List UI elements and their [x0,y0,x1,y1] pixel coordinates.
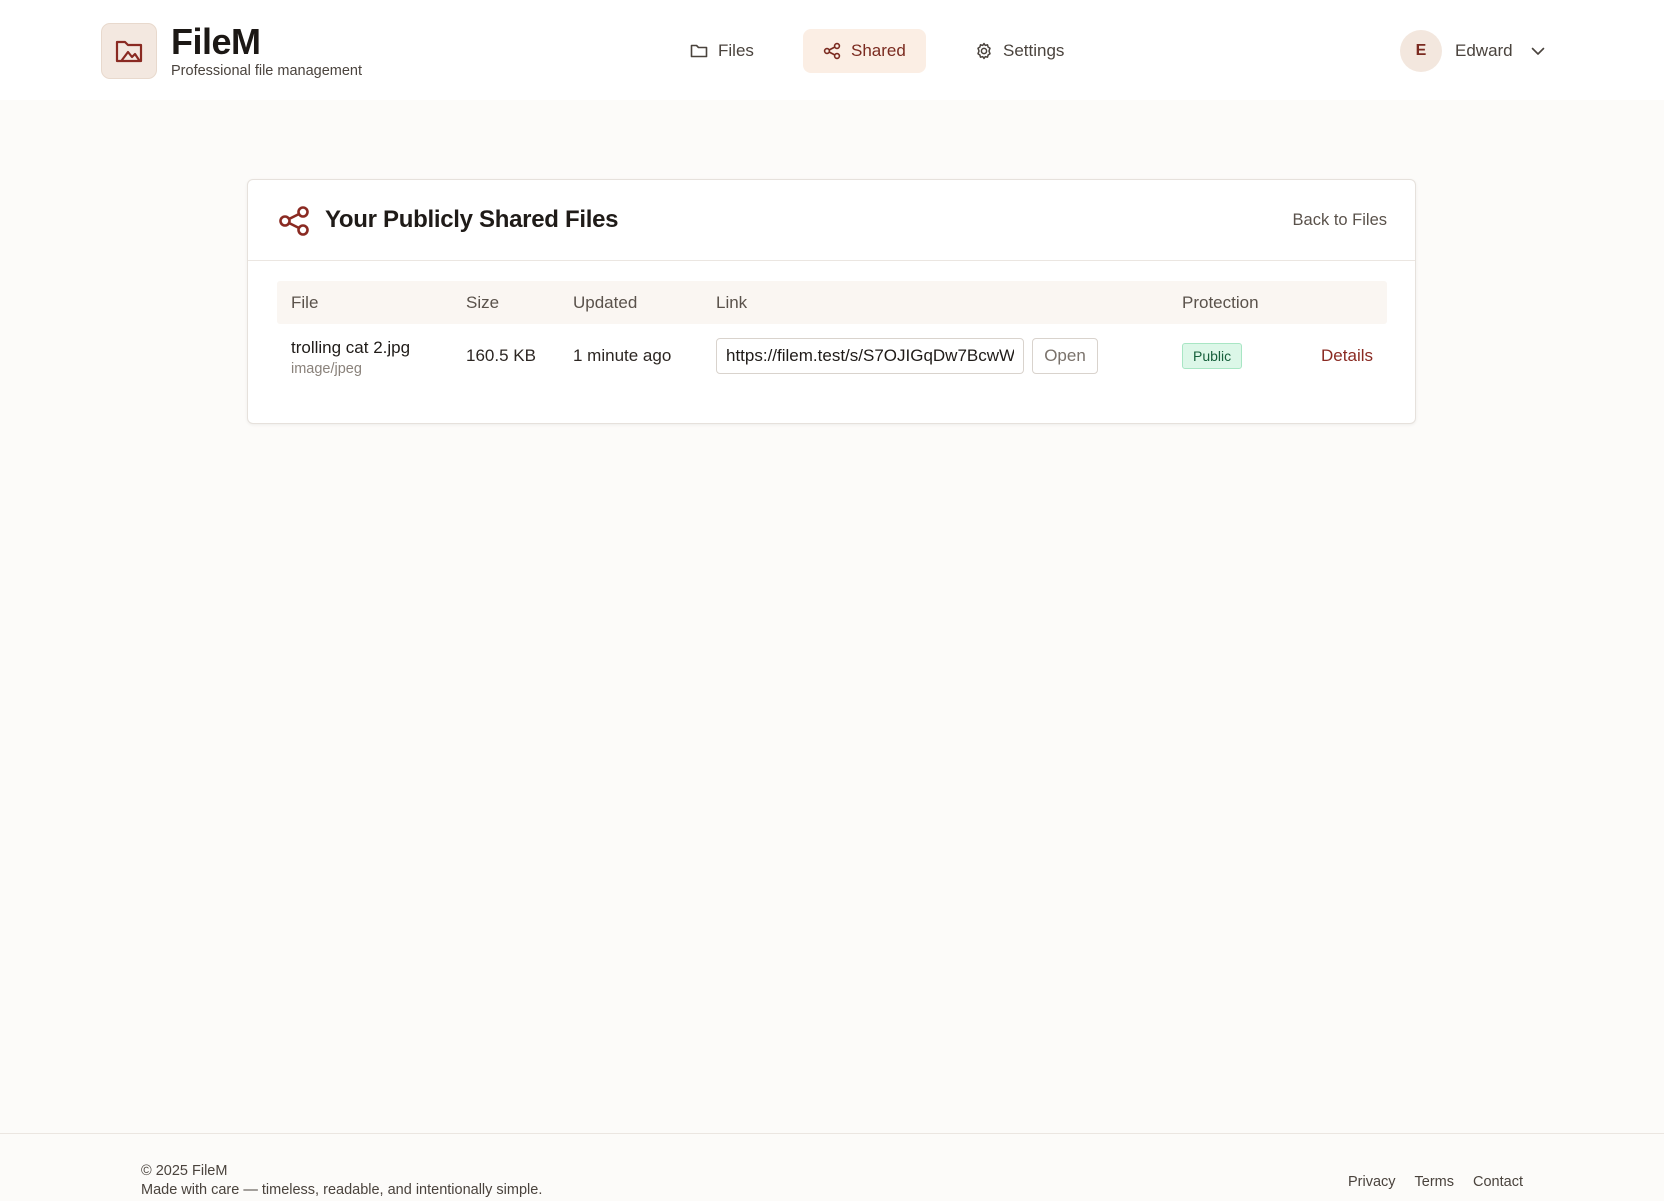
footer-link-privacy[interactable]: Privacy [1348,1174,1396,1190]
column-header-file: File [291,293,319,312]
nav-files-label: Files [718,41,754,60]
column-header-link: Link [716,293,748,312]
file-size: 160.5 KB [466,346,536,365]
footer-link-terms[interactable]: Terms [1415,1174,1454,1190]
folder-icon [690,44,708,58]
page-title: Your Publicly Shared Files [325,206,619,233]
column-header-size: Size [466,293,500,312]
share-icon [279,206,309,236]
shared-files-table: File Size Updated Link Protection trolli… [277,281,1387,388]
app-footer: © 2025 FileM Made with care — timeless, … [0,1133,1664,1201]
column-header-protection: Protection [1182,293,1259,312]
nav-shared-label: Shared [851,41,906,60]
table-header: File Size Updated Link Protection [277,281,1387,324]
gear-icon [977,42,991,60]
card-header: Your Publicly Shared Files Back to Files [248,180,1415,261]
nav-shared[interactable]: Shared [803,29,926,73]
footer-tagline: Made with care — timeless, readable, and… [141,1182,543,1198]
user-name: Edward [1455,41,1513,60]
chevron-down-icon [1531,47,1544,55]
column-header-updated: Updated [573,293,638,312]
nav-settings[interactable]: Settings [955,29,1084,73]
file-type: image/jpeg [291,361,362,377]
shared-files-card: Your Publicly Shared Files Back to Files… [247,179,1416,424]
table-row: trolling cat 2.jpg image/jpeg 160.5 KB 1… [277,324,1387,388]
share-icon [823,42,841,60]
app-header: FileM Professional file management Files… [0,0,1664,100]
footer-copyright: © 2025 FileM [141,1163,228,1179]
avatar: E [1400,30,1442,72]
nav-settings-label: Settings [1003,41,1065,60]
file-updated: 1 minute ago [573,346,672,365]
file-name: trolling cat 2.jpg [291,338,411,357]
footer-links: Privacy Terms Contact [1348,1174,1523,1190]
share-link-input[interactable] [716,338,1024,374]
details-link[interactable]: Details [1321,346,1373,366]
open-link-button[interactable]: Open [1032,338,1098,374]
status-badge: Public [1182,343,1243,369]
back-to-files-link[interactable]: Back to Files [1293,211,1387,230]
user-menu[interactable]: E Edward [1400,30,1545,72]
nav-files[interactable]: Files [670,29,774,73]
footer-link-contact[interactable]: Contact [1473,1174,1523,1190]
